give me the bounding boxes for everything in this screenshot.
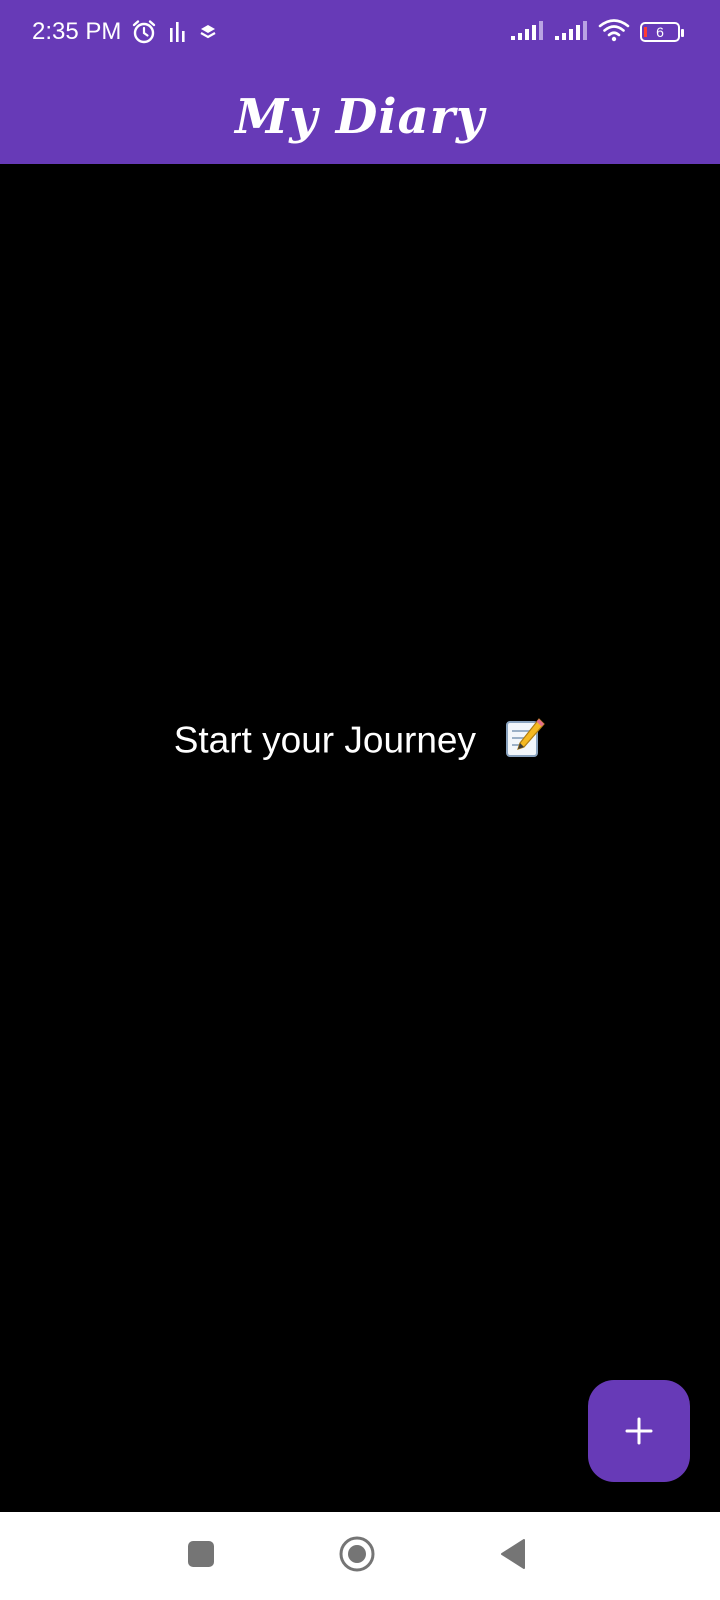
home-button[interactable]	[335, 1534, 379, 1578]
status-left: 2:35 PM	[32, 18, 219, 46]
memo-icon	[504, 717, 546, 768]
empty-state-text: Start your Journey	[173, 719, 477, 761]
diary-list-area: Start your Journey	[0, 164, 720, 1512]
app-title: My Diary	[235, 89, 485, 145]
layers-icon	[197, 21, 219, 43]
equalizer-icon	[167, 20, 187, 44]
status-time: 2:35 PM	[32, 18, 122, 45]
add-entry-button[interactable]	[588, 1380, 690, 1482]
app-bar: My Diary	[0, 70, 720, 164]
battery-icon: 6	[640, 22, 684, 42]
wifi-icon	[598, 18, 630, 46]
diary-screen: 2:35 PM 6 My Diary Start your Journey	[0, 0, 720, 1600]
home-icon	[338, 1535, 376, 1577]
recents-icon	[187, 1540, 215, 1572]
status-right: 6	[510, 18, 684, 46]
battery-level-fill	[644, 27, 647, 37]
empty-state-message: Start your Journey	[0, 717, 720, 768]
system-nav-bar	[0, 1512, 720, 1600]
alarm-icon	[131, 19, 157, 45]
plus-icon	[624, 1416, 654, 1446]
signal-icon	[554, 19, 588, 45]
status-bar: 2:35 PM 6	[0, 0, 720, 70]
signal-icon	[510, 19, 544, 45]
recents-button[interactable]	[179, 1534, 223, 1578]
back-icon	[499, 1538, 527, 1574]
back-button[interactable]	[491, 1534, 535, 1578]
battery-level-text: 6	[656, 24, 664, 40]
